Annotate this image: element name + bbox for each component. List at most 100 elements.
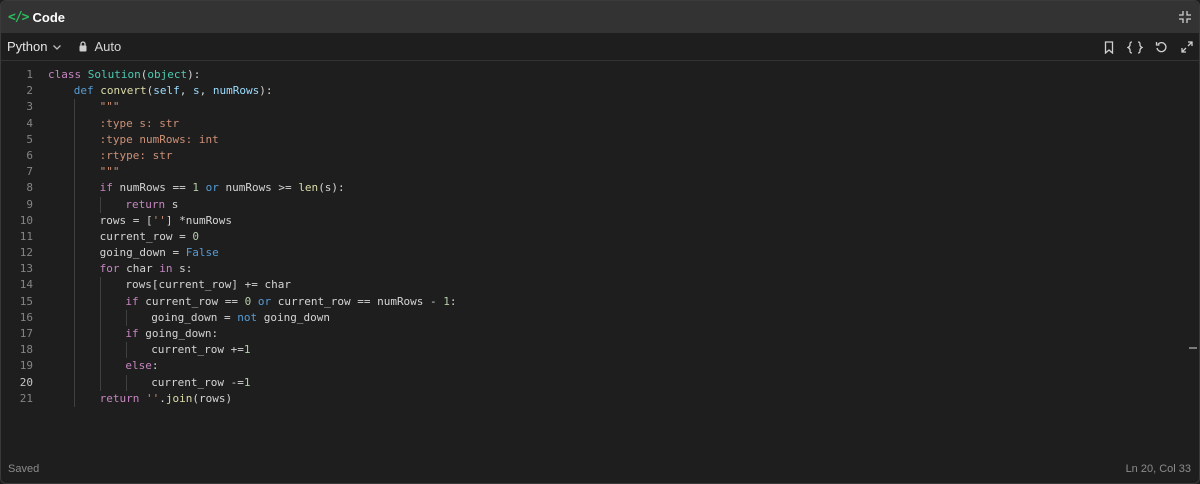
code-token: current_row -= <box>151 375 244 389</box>
indent-guide <box>99 293 101 310</box>
reset-icon[interactable] <box>1153 39 1169 55</box>
indent-guide <box>74 212 75 229</box>
line-number: 21 <box>19 391 33 405</box>
code-token: current_row == <box>138 294 245 308</box>
code-token: False <box>185 246 219 260</box>
code-line[interactable]: 10 rows = [''] *numRows <box>1 212 1191 229</box>
code-token: going_down: <box>138 327 219 340</box>
code-line[interactable]: 13 for char in s: <box>1 261 1191 278</box>
code-token: : <box>449 294 457 308</box>
code-token: 1 <box>243 375 251 389</box>
code-text: :rtype: str <box>100 148 173 164</box>
cursor-position[interactable]: Ln 20, Col 33 <box>1126 463 1191 475</box>
line-number: 19 <box>19 359 33 373</box>
language-label: Python <box>7 39 48 54</box>
indent-guide <box>99 358 101 375</box>
code-text: for char in s: <box>100 261 193 277</box>
code-token: rows[current_row] += char <box>125 278 291 292</box>
collapse-icon[interactable] <box>1177 9 1193 25</box>
code-token: (s): <box>318 181 345 195</box>
bookmark-icon[interactable] <box>1101 39 1117 55</box>
auto-mode[interactable]: Auto <box>78 39 121 54</box>
line-number: 4 <box>26 116 33 130</box>
code-line[interactable]: 5 :type numRows: int <box>1 131 1191 148</box>
code-line[interactable]: 3 """ <box>1 99 1191 116</box>
code-token: , <box>179 84 194 98</box>
line-number: 10 <box>19 213 33 227</box>
code-token: :type numRows: int <box>99 132 219 146</box>
code-editor[interactable]: 1 class Solution(object): 2 def convert(sel… <box>1 67 1191 457</box>
code-token: 1 <box>243 343 251 357</box>
code-line[interactable]: 21 return ''.join(rows) <box>1 390 1191 407</box>
indent-guide <box>74 164 75 181</box>
code-text: going_down = not going_down <box>151 310 330 326</box>
line-number: 16 <box>19 310 33 324</box>
code-line[interactable]: 9 return s <box>1 196 1191 213</box>
line-number: 7 <box>26 165 33 179</box>
code-token: object <box>147 68 188 81</box>
code-line[interactable]: 8 if numRows == 1 or numRows >= len(s): <box>1 180 1191 197</box>
code-line[interactable]: 12 going_down = False <box>1 245 1191 262</box>
code-token: self <box>153 84 180 98</box>
indent-guide <box>74 277 75 294</box>
indent-guide <box>99 309 101 326</box>
code-line[interactable]: 15 if current_row == 0 or current_row == … <box>1 293 1191 310</box>
panel-title-text: Code <box>32 9 65 25</box>
code-line[interactable]: 2 def convert(self, s, numRows): <box>1 83 1191 99</box>
code-token: '' <box>145 391 160 405</box>
code-text: :type s: str <box>100 116 179 132</box>
panel-title: </> Code <box>8 10 65 25</box>
code-token: , <box>199 84 213 98</box>
code-token: else <box>125 359 152 373</box>
editor-scrollbar[interactable] <box>1189 61 1199 457</box>
code-token: 1 <box>443 294 450 308</box>
line-number: 5 <box>26 132 33 146</box>
format-braces-icon[interactable] <box>1127 39 1143 55</box>
code-token: or <box>205 181 219 195</box>
code-token: current_row = <box>99 229 193 243</box>
code-line[interactable]: 14 rows[current_row] += char <box>1 277 1191 294</box>
code-token: s <box>193 84 200 98</box>
language-select[interactable]: Python <box>7 39 62 54</box>
code-line[interactable]: 6:rtype: str <box>1 147 1191 165</box>
indent-guide <box>74 309 75 326</box>
code-text: """ <box>100 164 120 180</box>
code-line[interactable]: 11 current_row = 0 <box>1 228 1191 246</box>
indent-guide <box>74 374 75 391</box>
line-number: 2 <box>26 84 33 98</box>
code-line[interactable]: 7 """ <box>1 164 1191 181</box>
indent-guide <box>125 342 127 359</box>
code-token: going_down = <box>99 246 186 260</box>
code-line[interactable]: 19 else: <box>1 358 1191 375</box>
code-text: if current_row == 0 or current_row == nu… <box>125 294 456 310</box>
code-text: return s <box>125 197 178 213</box>
code-text: current_row = 0 <box>100 229 199 245</box>
code-token: 0 <box>192 229 199 243</box>
code-line[interactable]: 17 if going_down: <box>1 326 1191 343</box>
code-text: current_row +=1 <box>151 342 250 358</box>
code-token: return <box>125 197 166 211</box>
expand-icon[interactable] <box>1179 39 1195 55</box>
code-line[interactable]: 16 going_down = not going_down <box>1 309 1191 326</box>
editor-toolbar: Python Auto <box>1 33 1199 61</box>
panel-header: </> Code <box>1 1 1199 33</box>
code-token: going_down = <box>151 310 238 324</box>
code-token: ] *numRows <box>165 213 233 227</box>
code-text: """ <box>100 99 120 115</box>
code-token: ): <box>259 84 273 98</box>
code-line[interactable]: 4 :type s: str <box>1 115 1191 132</box>
chevron-down-icon <box>52 42 62 52</box>
code-line[interactable]: 20 current_row -=1 <box>1 374 1191 391</box>
code-token: :type s: str <box>99 116 180 130</box>
code-token: current_row += <box>151 343 244 357</box>
line-number: 18 <box>19 343 33 357</box>
line-number: 13 <box>19 262 33 276</box>
indent-guide <box>99 342 101 359</box>
code-line[interactable]: 1 class Solution(object): <box>1 67 1191 83</box>
code-text: going_down = False <box>100 245 219 261</box>
code-line[interactable]: 18 current_row +=1 <box>1 342 1191 359</box>
code-token: if <box>99 181 113 195</box>
code-token: current_row == numRows - <box>271 294 444 308</box>
code-text: def convert(self, s, numRows): <box>74 83 273 99</box>
